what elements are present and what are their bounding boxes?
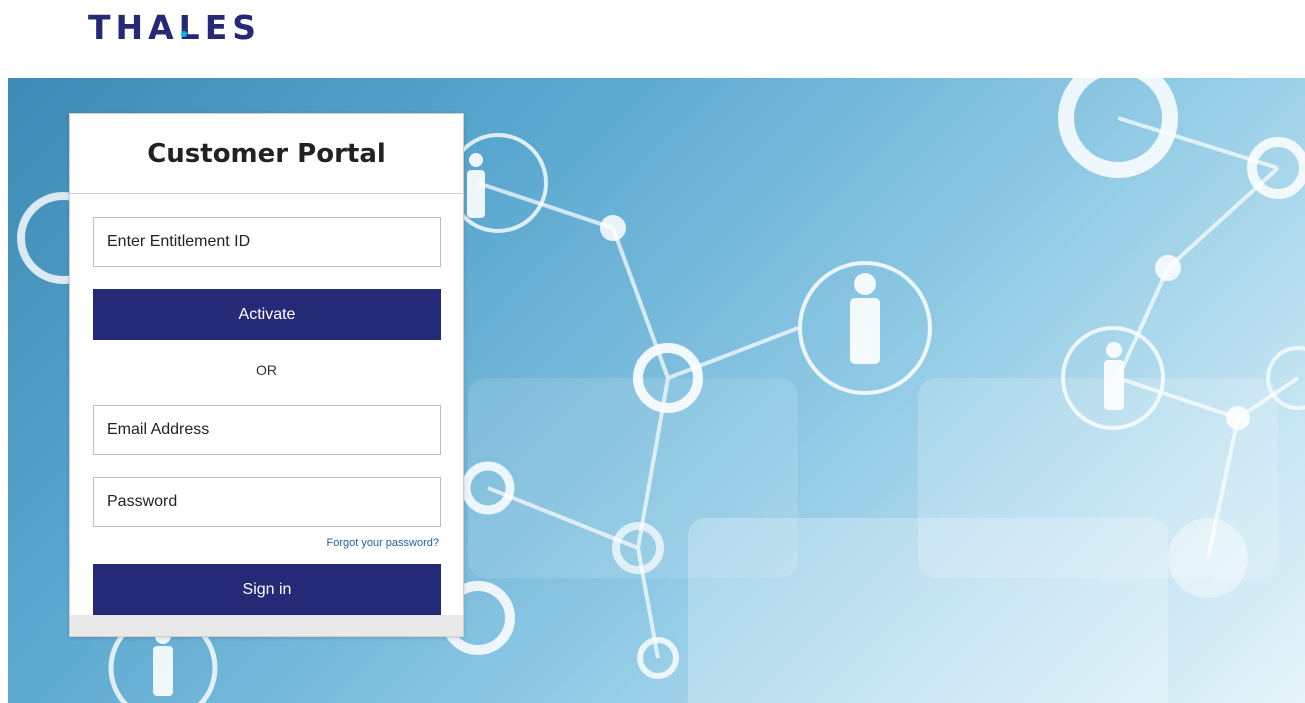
or-separator: OR xyxy=(256,362,277,378)
card-footer xyxy=(70,615,463,636)
forgot-password-link[interactable]: Forgot your password? xyxy=(327,537,440,549)
password-field[interactable] xyxy=(93,477,441,527)
sign-in-button[interactable]: Sign in xyxy=(93,564,441,615)
thales-logo[interactable]: THALES xyxy=(88,8,261,47)
activate-button[interactable]: Activate xyxy=(93,289,441,340)
login-card: Customer Portal Activate OR Forgot your … xyxy=(69,113,464,637)
portal-title: Customer Portal xyxy=(70,114,463,194)
logo-accent-dot xyxy=(181,31,187,37)
entitlement-id-input[interactable] xyxy=(93,217,441,267)
site-header: THALES xyxy=(0,0,1305,78)
email-field[interactable] xyxy=(93,405,441,455)
